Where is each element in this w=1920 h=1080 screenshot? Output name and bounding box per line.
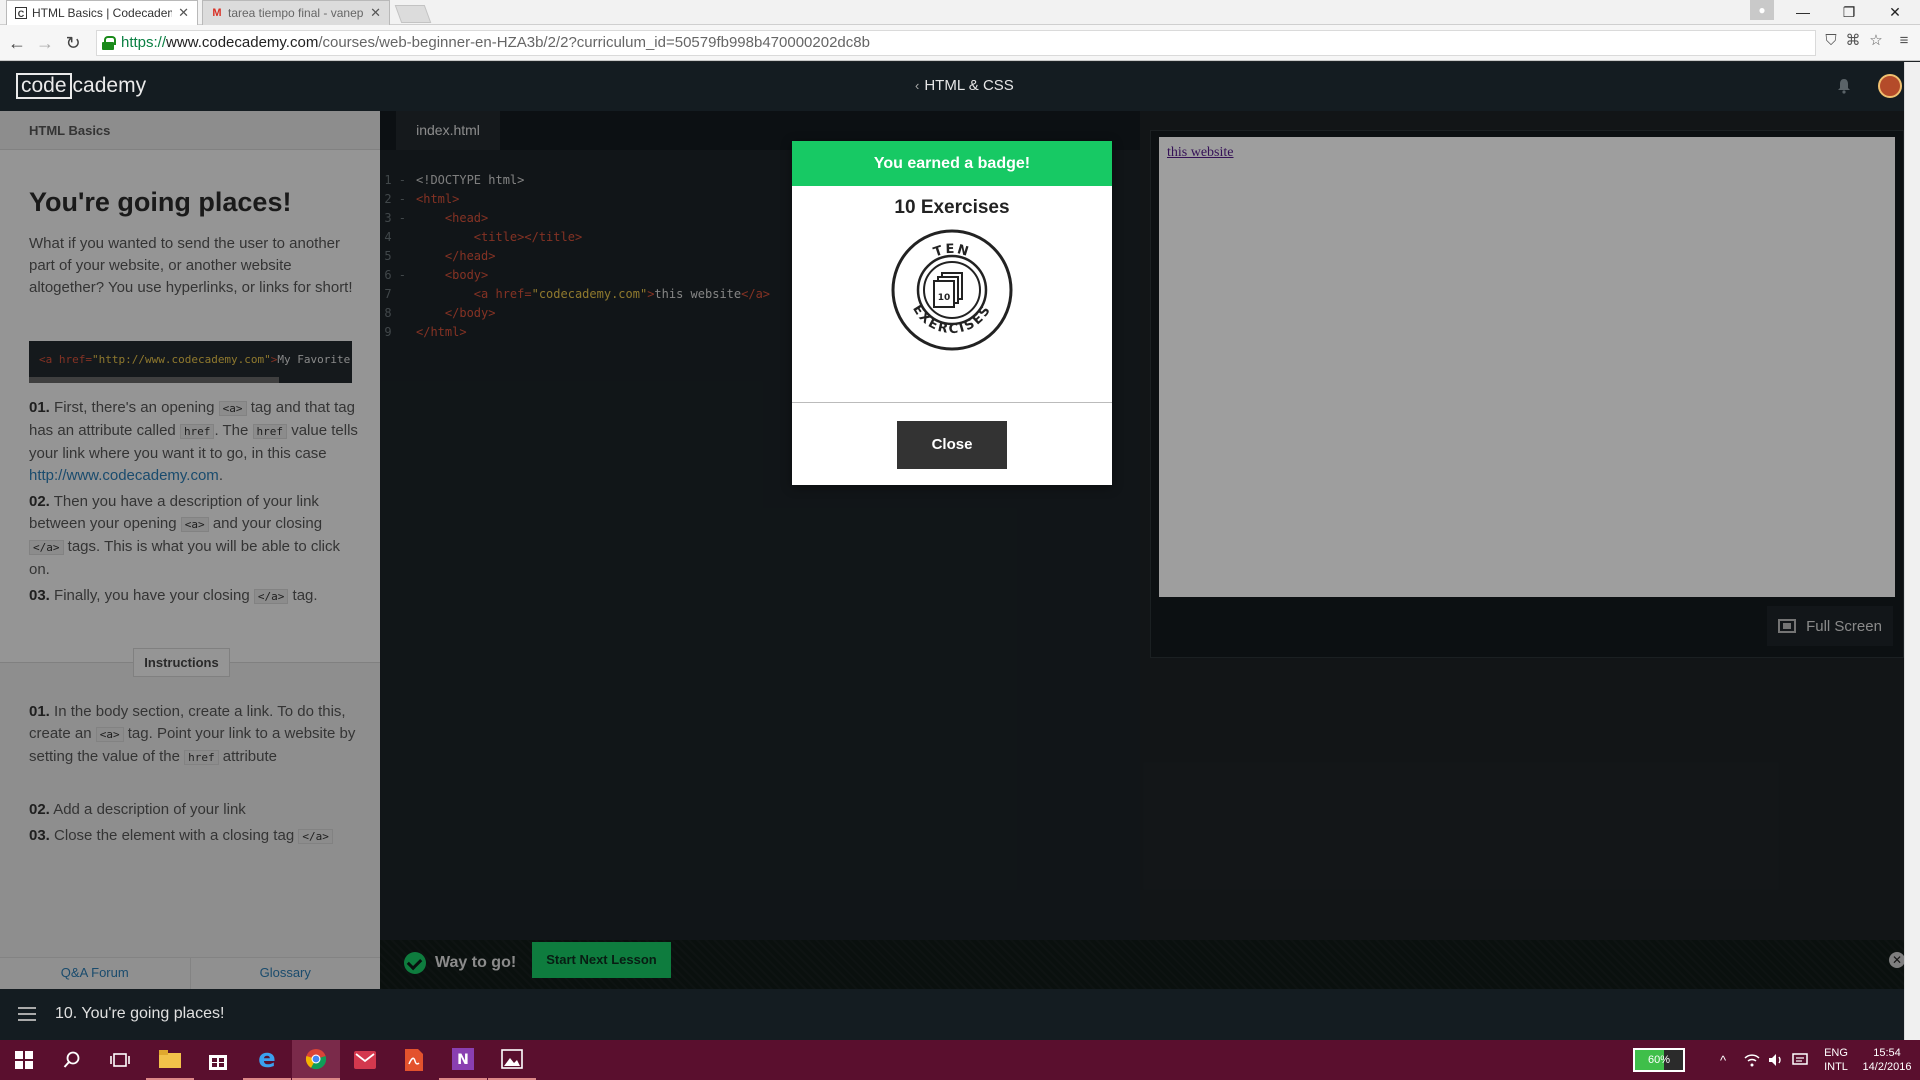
clock-time: 15:54 [1873,1047,1901,1059]
keyboard-layout: INTL [1824,1061,1848,1073]
tab-codecademy[interactable]: C HTML Basics | Codecadem ✕ [6,0,198,25]
battery-label: 60% [1647,1054,1671,1066]
window-scrollbar[interactable] [1904,62,1920,1040]
show-hidden-icons-icon[interactable]: ^ [1720,1040,1726,1080]
svg-text:TEN: TEN [932,242,972,261]
ten-exercises-badge-icon: TEN EXERCISES 10 [891,229,1013,351]
task-view-icon[interactable] [96,1040,144,1080]
clock-date: 14/2/2016 [1862,1061,1912,1073]
reload-icon[interactable]: ↻ [61,31,85,55]
url-scheme: https:// [121,34,167,51]
file-explorer-icon[interactable] [146,1040,194,1080]
tab-close-icon[interactable]: ✕ [178,5,189,21]
windows-start-icon[interactable] [0,1040,48,1080]
tab-close-icon[interactable]: ✕ [370,5,381,21]
user-avatar[interactable] [1878,74,1902,98]
onenote-icon[interactable]: N [439,1040,487,1080]
photos-icon[interactable] [488,1040,536,1080]
address-bar: ← → ↻ https://www.codecademy.com/courses… [0,25,1920,61]
badge-number: 10 [938,293,951,303]
site-header: code cademy ‹ HTML & CSS [0,62,1904,111]
restore-icon[interactable]: ❐ [1826,0,1872,25]
clock[interactable]: 15:54 14/2/2016 [1858,1040,1916,1080]
tab-title: tarea tiempo final - vanep [228,6,364,20]
close-window-icon[interactable]: ✕ [1872,0,1918,25]
back-icon[interactable]: ← [5,31,29,55]
hamburger-menu-icon[interactable] [18,1007,36,1021]
logo-code: code [16,73,72,99]
lock-icon [102,36,116,50]
svg-text:N: N [457,1052,469,1068]
acrobat-icon[interactable] [390,1040,438,1080]
codecademy-favicon-icon: C [15,7,27,19]
tab-title: HTML Basics | Codecadem [32,6,173,20]
minimize-icon[interactable]: — [1780,0,1826,25]
chevron-left-icon: ‹ [915,78,920,93]
tab-gmail[interactable]: M tarea tiempo final - vanep ✕ [202,0,390,25]
browser-tab-bar: C HTML Basics | Codecadem ✕ M tarea tiem… [0,0,1920,25]
profile-icon[interactable]: ● [1750,0,1774,20]
url-host: www.codecademy.com [166,34,319,51]
windows-taskbar: e N 60% ^ ENG INTL 15:54 14/2/2016 [0,1040,1920,1080]
new-tab-button[interactable] [394,5,432,23]
input-language[interactable]: ENG INTL [1818,1040,1854,1080]
bookmark-star-icon[interactable]: ☆ [1866,31,1886,51]
modal-header: You earned a badge! [792,141,1112,186]
lesson-nav-bar: 10. You're going places! [0,989,1904,1040]
url-path: /courses/web-beginner-en-HZA3b/2/2?curri… [318,34,870,51]
shield-icon[interactable]: ⛉ [1821,31,1841,51]
gmail-favicon-icon: M [212,7,222,19]
translate-icon[interactable]: ⌘ [1843,31,1863,51]
url-input[interactable]: https://www.codecademy.com/courses/web-b… [96,30,1816,56]
close-button[interactable]: Close [897,421,1007,469]
badge-modal: You earned a badge! 10 Exercises TEN EXE… [792,141,1112,485]
course-title[interactable]: ‹ HTML & CSS [915,77,1014,94]
badge-top-text: TEN [932,242,970,261]
language-code: ENG [1824,1047,1848,1059]
chrome-menu-icon[interactable]: ≡ [1894,31,1914,51]
search-icon[interactable] [48,1040,96,1080]
chrome-icon[interactable] [292,1040,340,1080]
logo-cademy: cademy [72,74,147,97]
store-icon[interactable] [194,1040,242,1080]
wifi-icon[interactable] [1744,1040,1760,1080]
bell-icon[interactable] [1836,78,1852,94]
action-center-icon[interactable] [1792,1040,1808,1080]
battery-indicator[interactable]: 60% [1633,1048,1685,1072]
volume-icon[interactable] [1768,1040,1784,1080]
forward-icon[interactable]: → [33,31,57,55]
current-lesson-name[interactable]: 10. You're going places! [55,1005,224,1023]
course-title-label: HTML & CSS [924,77,1014,94]
mail-icon[interactable] [341,1040,389,1080]
codecademy-logo[interactable]: code cademy [16,73,146,99]
modal-divider [792,402,1112,403]
badge-title: 10 Exercises [894,197,1010,218]
edge-icon[interactable]: e [243,1040,291,1080]
